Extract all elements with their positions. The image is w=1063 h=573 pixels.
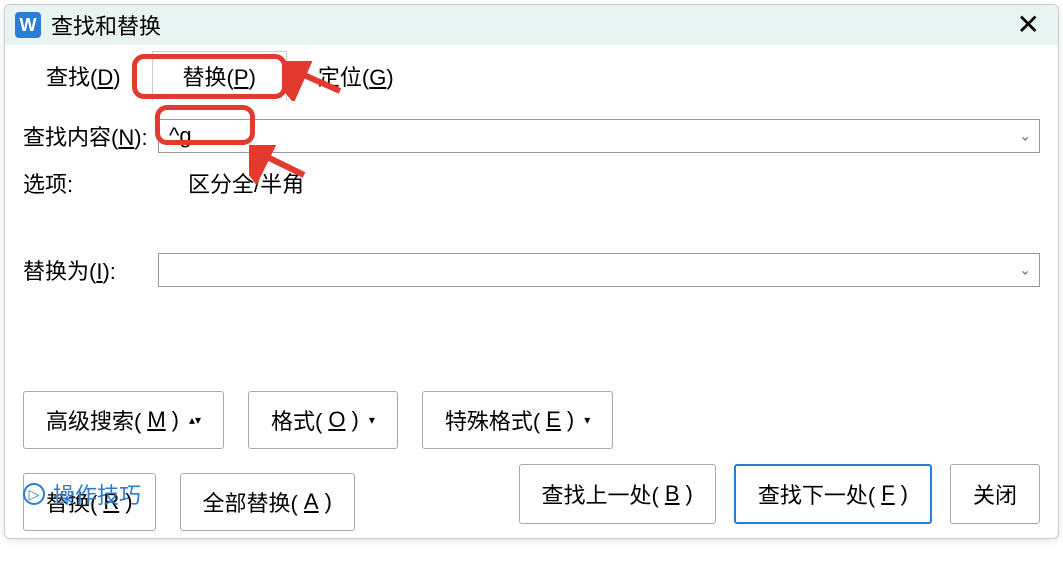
label-end: ): (102, 259, 115, 284)
btn-label: 格式( (271, 404, 322, 436)
btn-label: 查找下一处( (758, 478, 875, 510)
btn-hotkey: E (546, 407, 561, 433)
find-previous-button[interactable]: 查找上一处(B) (519, 464, 716, 524)
find-next-button[interactable]: 查找下一处(F) (734, 464, 932, 524)
btn-end: ) (901, 481, 908, 507)
chevron-down-icon[interactable]: ⌄ (1019, 262, 1031, 279)
options-value: 区分全/半角 (188, 167, 304, 199)
format-buttons-row: 高级搜索(M) ▴▾ 格式(O) ▾ 特殊格式(E) ▾ (23, 391, 1040, 449)
input-value: ^g (169, 123, 192, 149)
replace-with-label: 替换为(I): (23, 254, 158, 286)
btn-end: ) (351, 407, 358, 433)
find-content-input[interactable]: ^g ⌄ (158, 119, 1040, 153)
chevron-down-icon[interactable]: ⌄ (1019, 128, 1031, 145)
label-hotkey: N (118, 125, 134, 150)
find-replace-dialog: W 查找和替换 ✕ 查找(D) 替换(P) 定位(G) 查找内容(N): ^g (4, 4, 1059, 539)
special-format-button[interactable]: 特殊格式(E) ▾ (422, 391, 613, 449)
label-end: ): (134, 125, 147, 150)
titlebar: W 查找和替换 ✕ (5, 5, 1058, 45)
label-text: 替换为( (23, 259, 96, 284)
tab-label-end: ) (113, 65, 120, 90)
btn-hotkey: O (328, 407, 345, 433)
caret-down-icon: ▾ (584, 413, 590, 427)
tab-find[interactable]: 查找(D) (15, 51, 152, 101)
tab-hotkey: D (97, 65, 113, 90)
btn-label: 高级搜索( (46, 404, 141, 436)
tab-hotkey: G (369, 65, 386, 90)
tabs: 查找(D) 替换(P) 定位(G) (5, 51, 1058, 101)
btn-label: 查找上一处( (542, 478, 659, 510)
tab-hotkey: P (234, 65, 249, 90)
btn-label: 特殊格式( (445, 404, 540, 436)
find-content-label: 查找内容(N): (23, 120, 158, 152)
find-row: 查找内容(N): ^g ⌄ (23, 119, 1040, 153)
format-button[interactable]: 格式(O) ▾ (248, 391, 398, 449)
app-icon: W (15, 12, 41, 38)
btn-label: 关闭 (973, 478, 1017, 510)
tab-label: 替换( (183, 65, 234, 90)
tab-replace[interactable]: 替换(P) (152, 51, 287, 101)
caret-down-icon: ▾ (369, 413, 375, 427)
operation-tips-link[interactable]: 操作技巧 (53, 478, 141, 510)
btn-end: ) (172, 407, 179, 433)
footer: ▷ 操作技巧 查找上一处(B) 查找下一处(F) 关闭 (23, 464, 1040, 524)
btn-hotkey: M (147, 407, 165, 433)
dialog-title: 查找和替换 (51, 9, 1009, 41)
updown-icon: ▴▾ (189, 413, 201, 427)
label-text: 查找内容( (23, 125, 118, 150)
btn-end: ) (567, 407, 574, 433)
footer-buttons: 查找上一处(B) 查找下一处(F) 关闭 (519, 464, 1040, 524)
close-icon[interactable]: ✕ (1009, 11, 1048, 39)
options-row: 选项: 区分全/半角 (23, 167, 1040, 199)
tab-label: 定位( (318, 65, 369, 90)
tab-label-end: ) (386, 65, 393, 90)
tab-label: 查找( (46, 65, 97, 90)
tab-goto[interactable]: 定位(G) (287, 51, 425, 101)
replace-row: 替换为(I): ⌄ (23, 253, 1040, 287)
btn-hotkey: B (665, 481, 680, 507)
options-label: 选项: (23, 167, 158, 199)
btn-hotkey: F (881, 481, 894, 507)
close-button[interactable]: 关闭 (950, 464, 1040, 524)
btn-end: ) (686, 481, 693, 507)
tab-label-end: ) (249, 65, 256, 90)
advanced-search-button[interactable]: 高级搜索(M) ▴▾ (23, 391, 224, 449)
replace-with-input[interactable]: ⌄ (158, 253, 1040, 287)
play-icon: ▷ (23, 483, 45, 505)
